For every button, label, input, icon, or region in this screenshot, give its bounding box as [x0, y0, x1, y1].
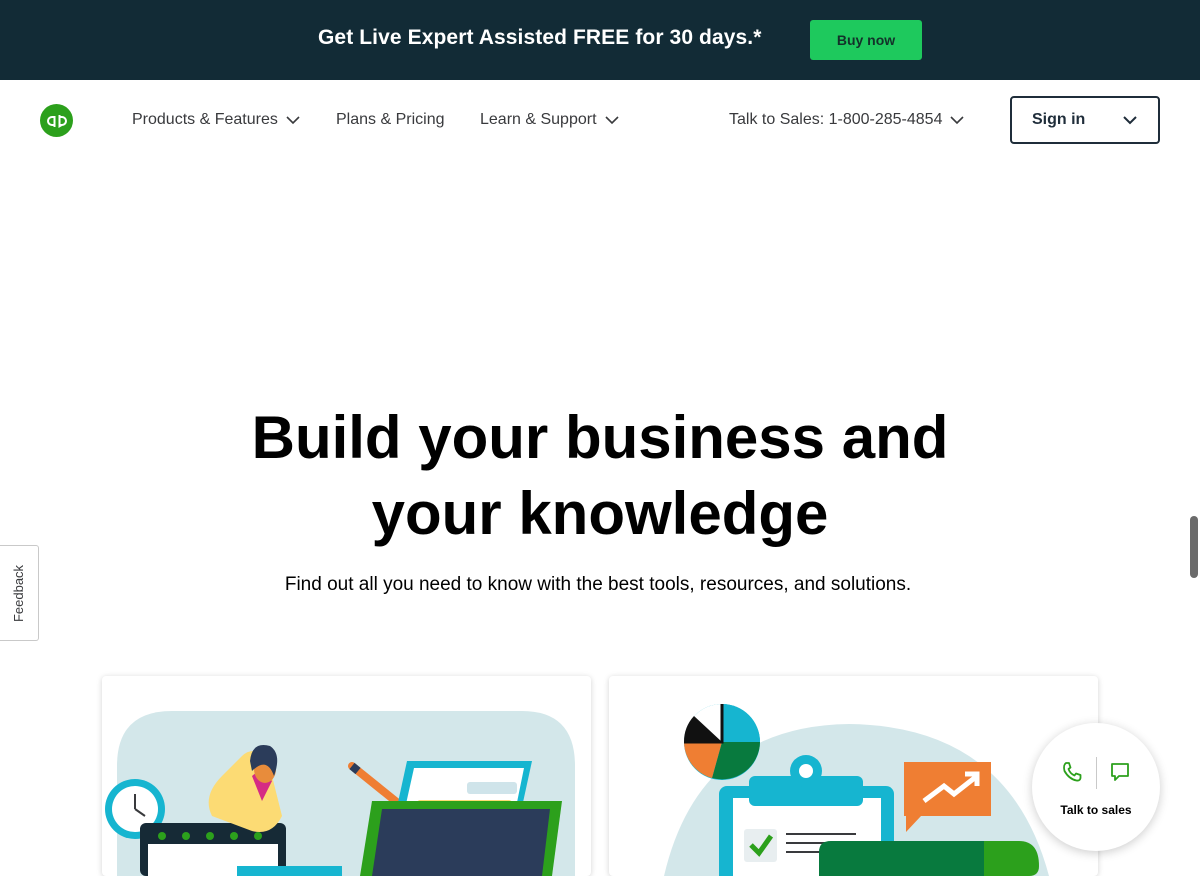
talk-to-sales-widget[interactable]: Talk to sales	[1032, 723, 1160, 851]
quickbooks-logo[interactable]	[40, 104, 73, 137]
hero-subtitle: Find out all you need to know with the b…	[284, 574, 912, 595]
hero-title-line2: your knowledge	[371, 480, 829, 547]
promo-text: Get Live Expert Assisted FREE for 30 day…	[318, 26, 762, 49]
qb-logo-icon	[46, 114, 67, 128]
chevron-down-icon	[1123, 116, 1137, 125]
chat-divider	[1096, 757, 1097, 789]
nav-plans-pricing[interactable]: Plans & Pricing	[336, 109, 445, 131]
resource-card-1[interactable]	[102, 676, 591, 876]
feedback-tab[interactable]: Feedback	[0, 545, 39, 641]
scrollbar-thumb[interactable]	[1190, 516, 1198, 578]
chevron-down-icon	[950, 116, 965, 125]
feedback-label: Feedback	[11, 564, 27, 622]
chevron-down-icon	[286, 116, 300, 125]
promo-banner: Get Live Expert Assisted FREE for 30 day…	[0, 0, 1200, 80]
chat-bubble-icon[interactable]	[1108, 760, 1132, 784]
nav-learn-support-label: Learn & Support	[480, 111, 597, 128]
business-owner-illustration	[105, 711, 575, 876]
phone-icon[interactable]	[1060, 760, 1084, 784]
nav-learn-support[interactable]: Learn & Support	[480, 109, 619, 131]
hero-title-line1: Build your business and	[251, 404, 949, 471]
buy-now-button[interactable]: Buy now	[810, 20, 922, 60]
hero-title: Build your business and your knowledge	[0, 400, 1200, 552]
chevron-down-icon	[604, 116, 619, 125]
nav-plans-pricing-label: Plans & Pricing	[336, 111, 445, 128]
resource-card-2[interactable]	[609, 676, 1098, 876]
talk-to-sales-label: Talk to sales	[1060, 803, 1132, 817]
sign-in-button[interactable]: Sign in	[1010, 96, 1160, 144]
nav-products-features[interactable]: Products & Features	[132, 109, 300, 131]
nav-products-features-label: Products & Features	[132, 111, 278, 128]
talk-to-sales-dropdown[interactable]: Talk to Sales: 1-800-285-4854	[729, 109, 965, 131]
sign-in-label: Sign in	[1032, 111, 1086, 128]
talk-to-sales-label: Talk to Sales: 1-800-285-4854	[729, 111, 943, 128]
business-reports-illustration	[664, 704, 1049, 876]
